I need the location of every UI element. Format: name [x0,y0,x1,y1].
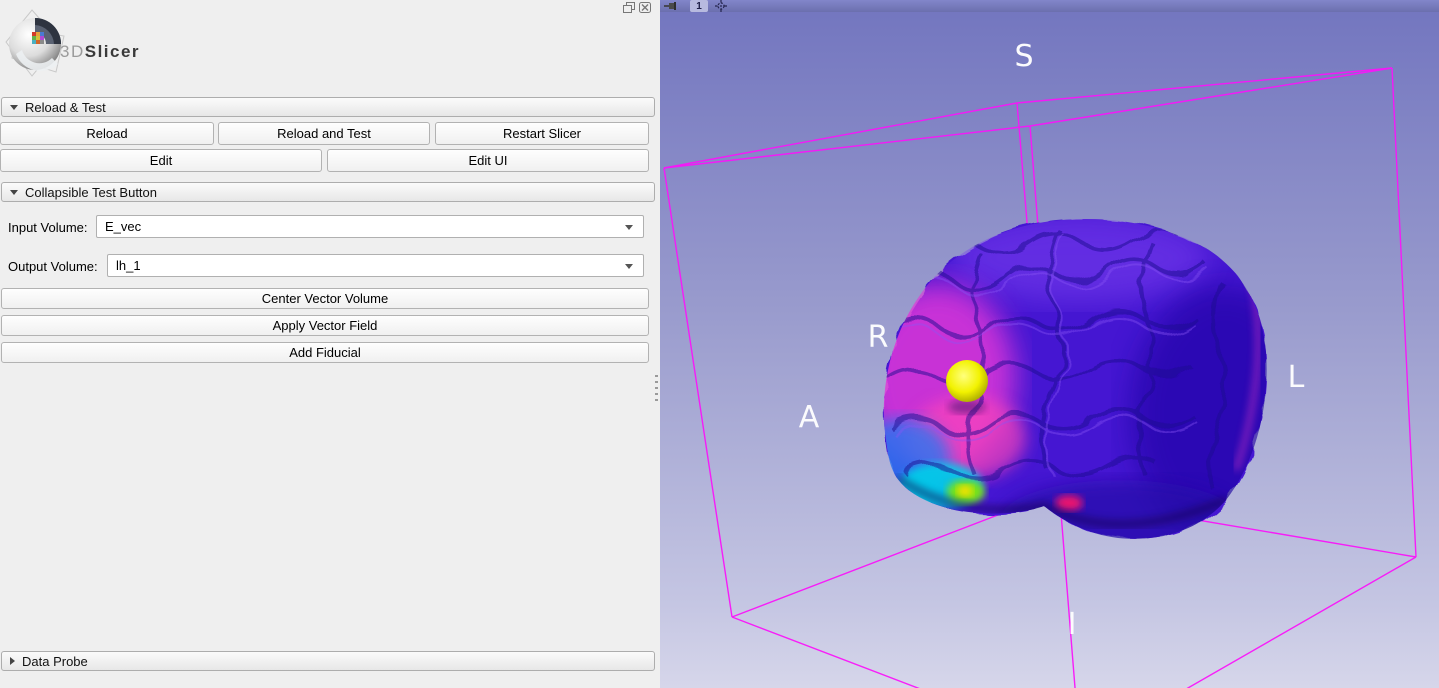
combo-arrow-icon [625,225,633,230]
orientation-label-left: L [1288,360,1305,395]
apply-vector-field-button[interactable]: Apply Vector Field [1,315,649,336]
expand-arrow-icon [10,657,15,665]
button-label: Edit [150,153,172,168]
restart-slicer-button[interactable]: Restart Slicer [435,122,649,145]
logo-title: 3DSlicer [60,42,140,62]
module-panel: 3DSlicer Reload & Test Reload Reload and… [0,0,660,688]
section-header-reload-test[interactable]: Reload & Test [1,97,655,117]
section-label: Collapsible Test Button [25,185,157,200]
button-label: Reload and Test [277,126,371,141]
close-icon[interactable] [639,1,652,13]
reload-button[interactable]: Reload [0,122,214,145]
button-label: Apply Vector Field [273,318,378,333]
button-label: Center Vector Volume [262,291,388,306]
orientation-label-anterior: A [799,400,820,435]
orientation-label-right: R [868,320,889,355]
combo-arrow-icon [625,264,633,269]
input-volume-combobox[interactable]: E_vec [96,215,644,238]
orientation-label-inferior: I [1068,607,1077,642]
output-volume-label: Output Volume: [8,259,98,274]
pushpin-icon[interactable] [664,0,676,12]
section-header-data-probe[interactable]: Data Probe [1,651,655,671]
logo-slicer: Slicer [85,42,140,61]
section-label: Data Probe [22,654,88,669]
edit-ui-button[interactable]: Edit UI [327,149,649,172]
3d-viewport[interactable]: 1 [660,0,1439,688]
add-fiducial-button[interactable]: Add Fiducial [1,342,649,363]
button-label: Edit UI [468,153,507,168]
center-vector-volume-button[interactable]: Center Vector Volume [1,288,649,309]
3d-render-canvas[interactable]: S R A L I [660,0,1439,688]
logo-3d: 3D [60,42,85,61]
button-label: Restart Slicer [503,126,581,141]
collapse-arrow-icon [10,105,18,110]
edit-button[interactable]: Edit [0,149,322,172]
section-header-collapsible-test[interactable]: Collapsible Test Button [1,182,655,202]
slicer-logo: 3DSlicer [2,6,232,84]
fiducial-marker[interactable] [946,360,988,414]
button-label: Add Fiducial [289,345,361,360]
combo-value: lh_1 [116,258,141,273]
combo-value: E_vec [105,219,141,234]
view-controller-bar[interactable]: 1 [660,0,1439,12]
section-label: Reload & Test [25,100,106,115]
collapse-arrow-icon [10,190,18,195]
output-volume-combobox[interactable]: lh_1 [107,254,644,277]
input-volume-label: Input Volume: [8,220,88,235]
button-label: Reload [86,126,127,141]
reload-and-test-button[interactable]: Reload and Test [218,122,430,145]
application-window: 3DSlicer Reload & Test Reload Reload and… [0,0,1439,688]
view-label-badge[interactable]: 1 [690,0,708,12]
orientation-label-superior: S [1014,39,1033,74]
scroll-grip[interactable] [655,375,658,401]
crosshair-icon[interactable] [715,0,727,12]
float-window-icon[interactable] [623,1,636,13]
